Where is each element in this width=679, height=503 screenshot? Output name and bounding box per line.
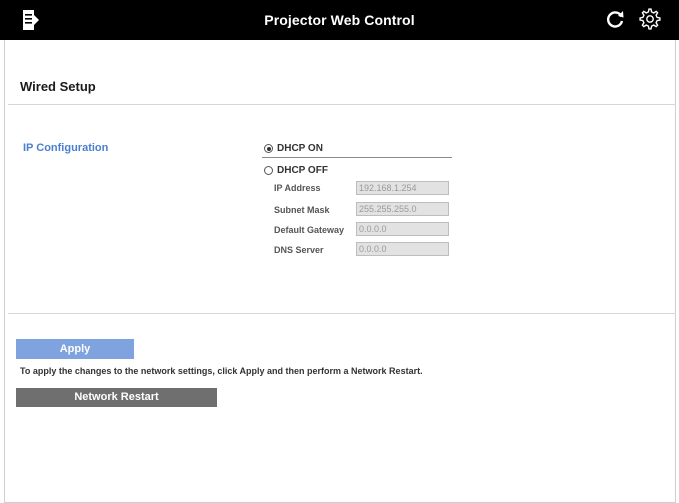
default-gateway-field[interactable] bbox=[356, 222, 449, 236]
dns-server-field[interactable] bbox=[356, 242, 449, 256]
refresh-icon[interactable] bbox=[604, 8, 626, 30]
ip-configuration-label: IP Configuration bbox=[23, 142, 109, 154]
section-title: Wired Setup bbox=[20, 79, 96, 94]
apply-hint-text: To apply the changes to the network sett… bbox=[20, 366, 423, 376]
dns-server-label: DNS Server bbox=[274, 245, 324, 255]
dhcp-off-radio[interactable]: DHCP OFF bbox=[264, 165, 328, 176]
dhcp-off-label: DHCP OFF bbox=[277, 165, 328, 176]
divider-bottom bbox=[8, 313, 676, 314]
ip-address-field[interactable] bbox=[356, 181, 449, 195]
dhcp-on-label: DHCP ON bbox=[277, 143, 323, 154]
ip-address-label: IP Address bbox=[274, 183, 321, 193]
radio-divider bbox=[262, 157, 452, 158]
radio-unselected-icon[interactable] bbox=[264, 166, 273, 175]
radio-selected-icon[interactable] bbox=[264, 144, 273, 153]
default-gateway-label: Default Gateway bbox=[274, 225, 345, 235]
dhcp-on-radio[interactable]: DHCP ON bbox=[264, 143, 323, 154]
gear-icon[interactable] bbox=[638, 7, 662, 31]
page-frame bbox=[4, 0, 676, 503]
top-bar: Projector Web Control bbox=[0, 0, 679, 40]
subnet-mask-label: Subnet Mask bbox=[274, 205, 330, 215]
network-restart-button[interactable]: Network Restart bbox=[16, 388, 217, 407]
subnet-mask-field[interactable] bbox=[356, 202, 449, 216]
divider-top bbox=[8, 104, 676, 105]
apply-button[interactable]: Apply bbox=[16, 339, 134, 359]
app-title: Projector Web Control bbox=[264, 12, 415, 28]
